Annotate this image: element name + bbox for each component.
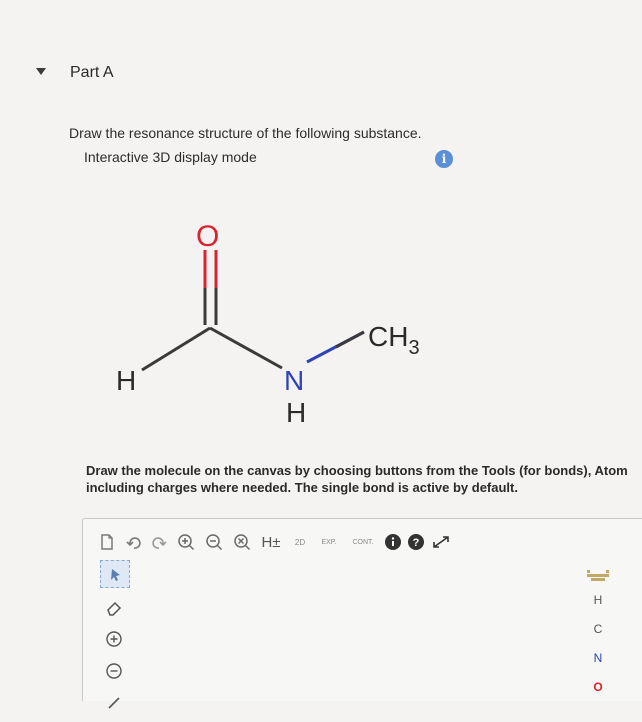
nitrogen-hydrogen: H (286, 397, 306, 428)
instructions-line-1: Draw the molecule on the canvas by choos… (86, 463, 628, 478)
cont-button[interactable]: CONT. (344, 531, 382, 553)
2d-button[interactable]: 2D (286, 531, 314, 553)
negative-charge-icon[interactable] (100, 658, 128, 684)
clear-canvas-icon[interactable] (228, 531, 256, 553)
atom-oxygen-button[interactable]: O (583, 680, 613, 704)
help-icon[interactable]: ? (404, 531, 428, 553)
left-toolbox (100, 560, 140, 722)
collapse-caret-icon[interactable] (36, 68, 46, 75)
atom-carbon-button[interactable]: C (583, 622, 613, 646)
eraser-icon[interactable] (100, 594, 128, 620)
expand-icon[interactable] (428, 531, 454, 553)
info-icon[interactable]: i (435, 150, 453, 168)
zoom-out-icon[interactable] (200, 531, 228, 553)
zoom-in-icon[interactable] (172, 531, 200, 553)
hydrogen-atom-left: H (116, 365, 136, 396)
question-text: Draw the resonance structure of the foll… (69, 125, 422, 141)
select-tool-icon[interactable] (100, 560, 130, 588)
redo-icon[interactable] (146, 531, 172, 553)
hydrogen-toggle-button[interactable]: H± (256, 531, 286, 553)
new-page-icon[interactable] (92, 531, 122, 553)
instructions-line-2: including charges where needed. The sing… (86, 480, 518, 495)
positive-charge-icon[interactable] (100, 626, 128, 652)
part-title: Part A (70, 64, 114, 81)
exp-button[interactable]: EXP. (314, 531, 344, 553)
molecule-structure: O H N H CH3 (116, 220, 420, 428)
atom-panel: H C N O (583, 570, 613, 709)
oxygen-atom: O (196, 220, 219, 253)
editor-instructions: Draw the molecule on the canvas by choos… (86, 462, 642, 496)
nitrogen-atom: N (284, 365, 304, 396)
methyl-group: CH3 (368, 321, 420, 359)
n-ch3-bond-dark (335, 330, 365, 349)
atom-hydrogen-button[interactable]: H (583, 593, 613, 617)
single-bond-icon[interactable] (100, 690, 128, 716)
periodic-table-icon[interactable] (583, 570, 613, 588)
atom-nitrogen-button[interactable]: N (583, 651, 613, 675)
display-mode-link[interactable]: Interactive 3D display mode (84, 149, 257, 165)
c-n-bond (209, 326, 283, 370)
c-h-bond (141, 326, 211, 372)
undo-icon[interactable] (122, 531, 146, 553)
svg-text:?: ? (413, 537, 420, 549)
info-dark-icon[interactable] (382, 531, 404, 553)
editor-toolbar: H± 2D EXP. CONT. ? (92, 530, 454, 554)
